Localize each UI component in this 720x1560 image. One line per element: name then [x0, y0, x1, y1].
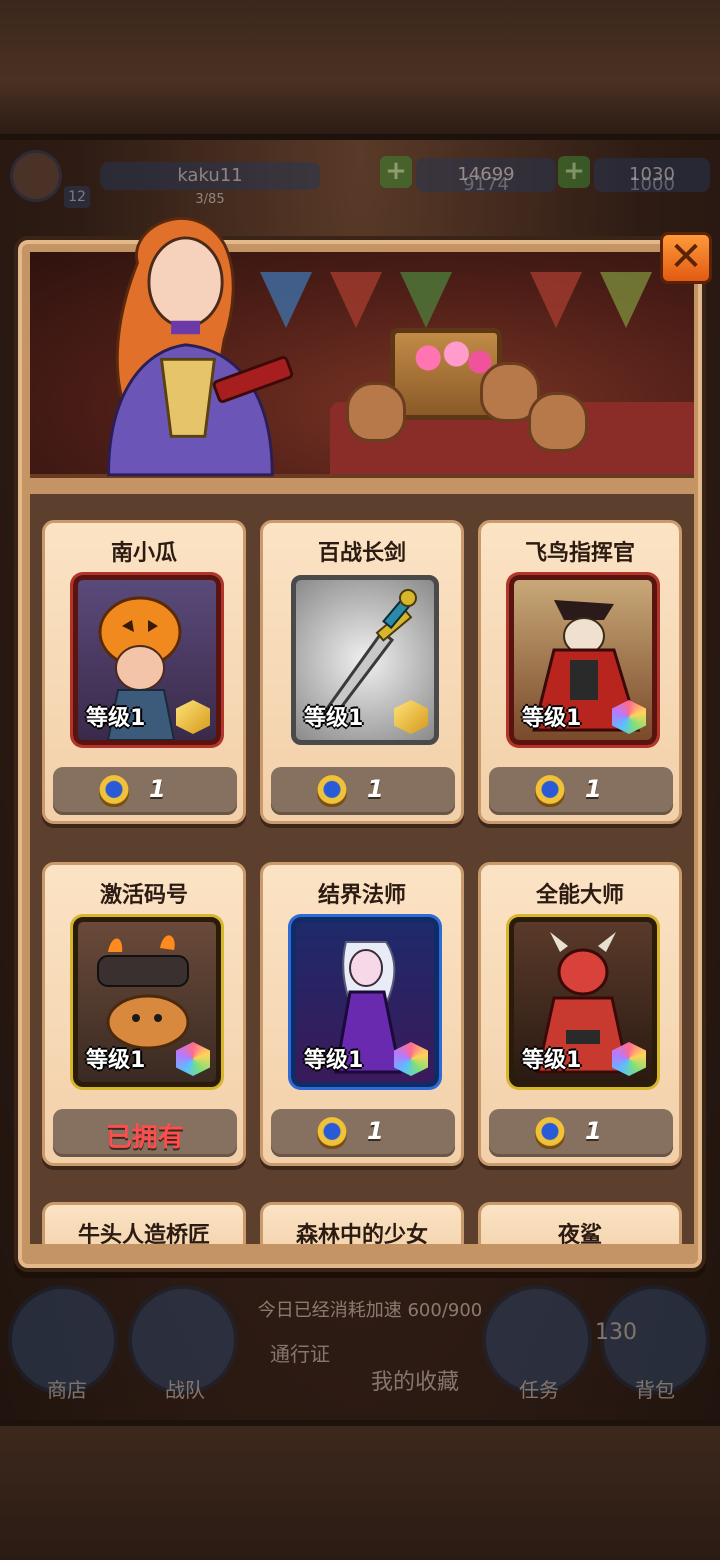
card-price: 1 [149, 775, 166, 803]
card-price: 1 [367, 1117, 384, 1145]
bag-count: 130 [595, 1320, 637, 1345]
collection-card-partial[interactable]: 牛头人造桥匠 [42, 1202, 246, 1244]
collection-card[interactable]: 结界法师 等级1 1 [260, 862, 464, 1166]
collection-card-partial[interactable]: 夜鲨 [478, 1202, 682, 1244]
team-nav-label[interactable]: 战队 [140, 1374, 230, 1403]
buy-button[interactable]: 1 [271, 1109, 455, 1157]
gem-sack-icon [528, 392, 588, 452]
collection-nav-label[interactable]: 我的收藏 [350, 1364, 480, 1396]
quest-nav-label[interactable]: 任务 [494, 1374, 584, 1403]
collection-card[interactable]: 百战长剑 等级1 1 [260, 520, 464, 824]
bunting-flag [400, 272, 452, 328]
top-wood-frame [0, 0, 720, 140]
card-title: 夜鲨 [557, 1223, 602, 1244]
card-title: 激活码号 [99, 883, 188, 908]
card-title: 森林中的少女 [295, 1223, 428, 1244]
card-level: 等级1 [304, 706, 364, 731]
card-level: 等级1 [522, 1048, 582, 1073]
bunting-flag [600, 272, 652, 328]
card-price: 1 [585, 1117, 602, 1145]
badge-currency-icon [317, 1117, 347, 1149]
bunting-flag [330, 272, 382, 328]
buy-button[interactable]: 1 [489, 1109, 673, 1157]
cannon-cat-portrait[interactable]: 等级1 [73, 917, 221, 1087]
shop-nav-label[interactable]: 商店 [22, 1374, 112, 1403]
gems-icon [400, 338, 494, 378]
card-level: 等级1 [86, 1048, 146, 1073]
currency-b-sub-value: 1000 [629, 174, 675, 195]
bird-commander-portrait[interactable]: 等级1 [509, 575, 657, 745]
gem-sack-icon [346, 382, 406, 442]
buy-button[interactable]: 1 [489, 767, 673, 815]
card-level: 等级1 [304, 1048, 364, 1073]
add-currency-b-button[interactable]: + [558, 156, 590, 188]
barrier-mage-portrait[interactable]: 等级1 [291, 917, 439, 1087]
player-avatar[interactable] [10, 150, 62, 202]
pumpkin-hero-portrait[interactable]: 等级1 [73, 575, 221, 745]
buy-button[interactable]: 1 [271, 767, 455, 815]
bag-nav-label[interactable]: 背包 [610, 1374, 700, 1403]
collection-card[interactable]: 南小瓜 等级1 1 [42, 520, 246, 824]
card-title: 全能大师 [535, 883, 624, 908]
badge-currency-icon [535, 775, 565, 807]
add-currency-a-button[interactable]: + [380, 156, 412, 188]
collection-card[interactable]: 全能大师 等级1 1 [478, 862, 682, 1166]
merchant-lady-illustration [107, 217, 294, 477]
card-title: 牛头人造桥匠 [77, 1223, 210, 1244]
card-title: 结界法师 [317, 883, 406, 908]
currency-a-sub-value: 9174 [463, 174, 509, 195]
daily-hint-text: 今日已经消耗加速 600/900 [257, 1300, 483, 1321]
collection-card-partial[interactable]: 森林中的少女 [260, 1202, 464, 1244]
badge-currency-icon [99, 775, 129, 807]
sword-portrait[interactable]: 等级1 [291, 575, 439, 745]
pass-nav-label[interactable]: 通行证 [250, 1338, 350, 1367]
card-title: 南小瓜 [110, 541, 177, 566]
close-button[interactable]: ✕ [660, 232, 712, 284]
card-title: 百战长剑 [317, 541, 406, 566]
badge-currency-icon [535, 1117, 565, 1149]
owned-label: 已拥有 [105, 1123, 184, 1153]
owned-status: 已拥有 [53, 1109, 237, 1157]
card-price: 1 [367, 775, 384, 803]
collection-grid[interactable]: 南小瓜 等级1 1 百战长剑 等级1 1 飞鸟指挥官 等级1 1 激活码号 等级… [30, 494, 694, 1244]
bunting-flag [530, 272, 582, 328]
bottom-wood-frame [0, 1420, 720, 1560]
collection-card[interactable]: 飞鸟指挥官 等级1 1 [478, 520, 682, 824]
card-level: 等级1 [86, 706, 146, 731]
omni-master-portrait[interactable]: 等级1 [509, 917, 657, 1087]
badge-currency-icon [317, 775, 347, 807]
card-level: 等级1 [522, 706, 582, 731]
player-name: kaku11 [100, 162, 320, 190]
buy-button[interactable]: 1 [53, 767, 237, 815]
card-title: 飞鸟指挥官 [524, 541, 635, 566]
card-price: 1 [585, 775, 602, 803]
collection-card[interactable]: 激活码号 等级1 已拥有 [42, 862, 246, 1166]
